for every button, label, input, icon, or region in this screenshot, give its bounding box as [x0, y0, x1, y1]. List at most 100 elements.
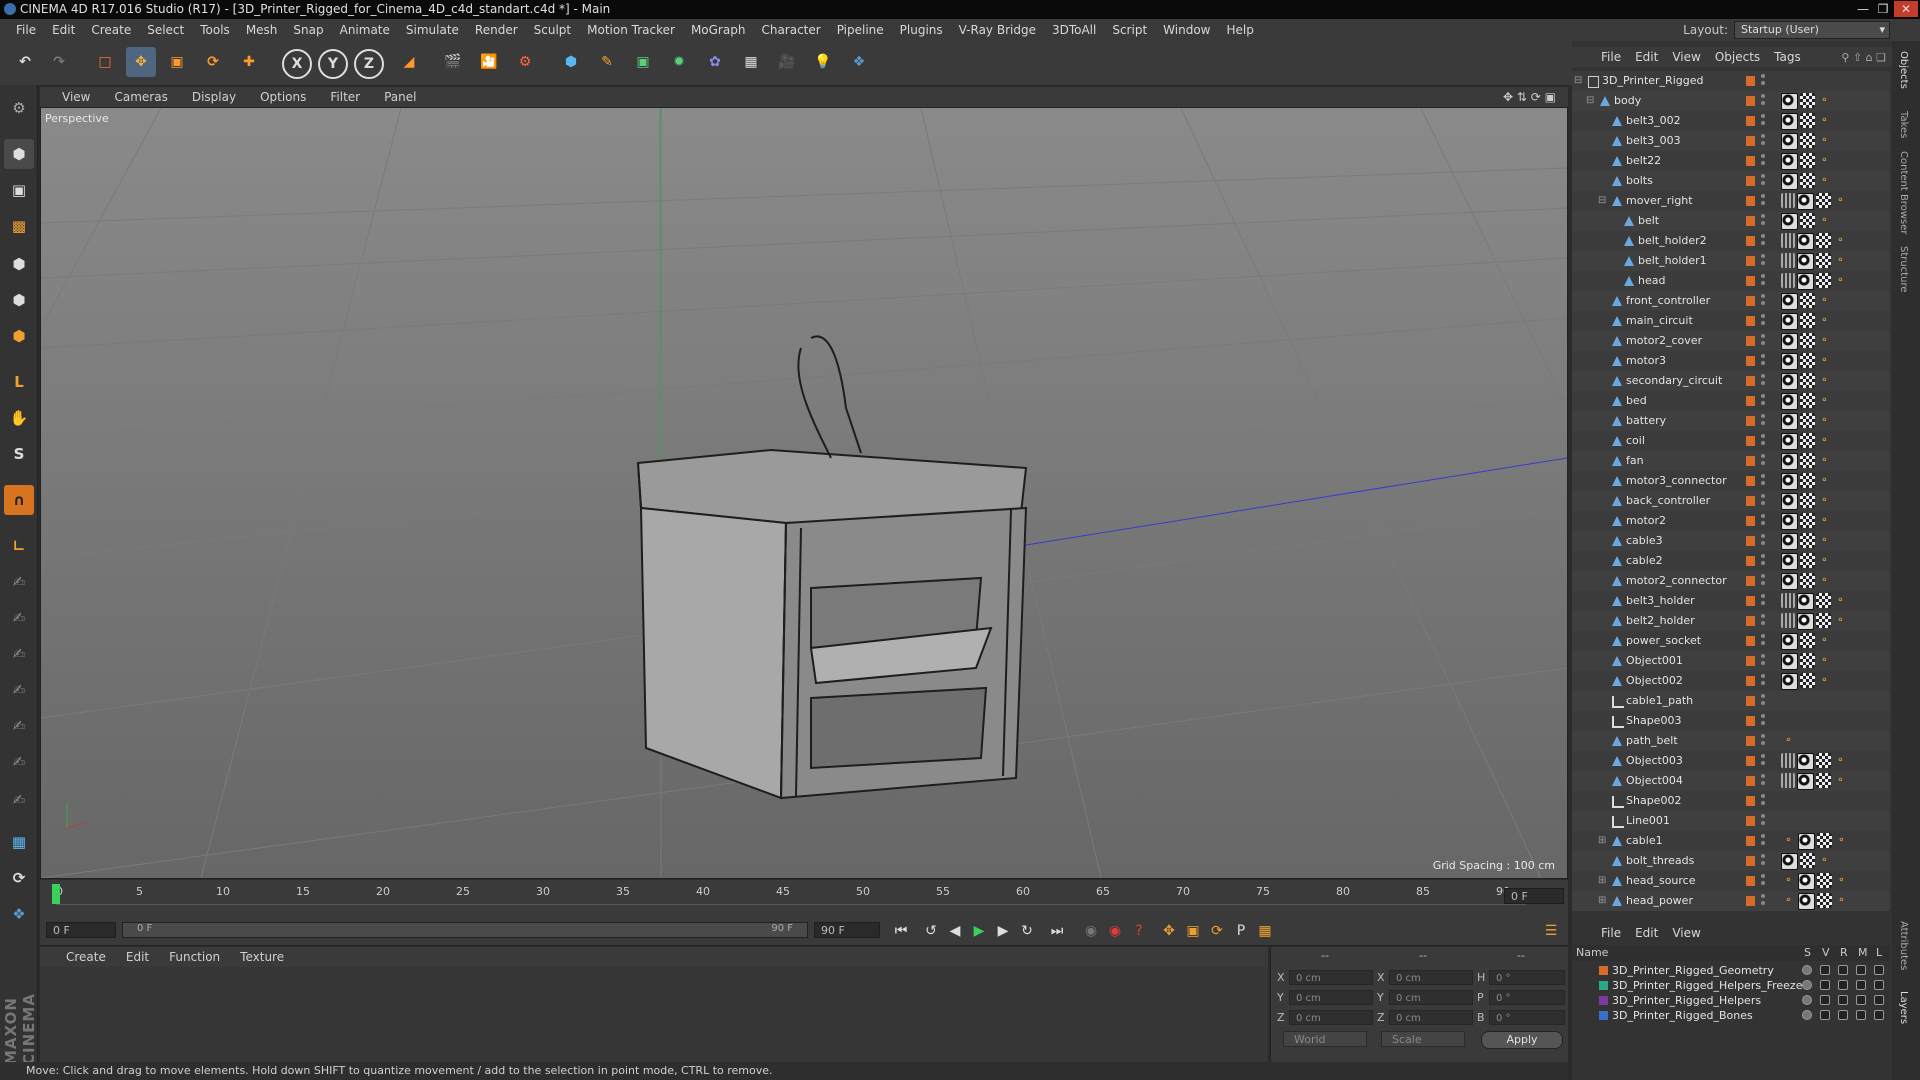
phong-tag-icon[interactable]: [1781, 493, 1798, 510]
mask-brush-icon[interactable]: ✍: [4, 747, 34, 777]
coords-pos-z-field[interactable]: 0 cm: [1289, 1010, 1373, 1025]
layer-render-toggle[interactable]: [1838, 995, 1848, 1005]
layer-color-swatch[interactable]: [1746, 216, 1755, 226]
object-row[interactable]: bolt_threads ⚬: [1572, 851, 1890, 871]
layer-color-swatch[interactable]: [1746, 96, 1755, 106]
layer-color-swatch[interactable]: [1746, 136, 1755, 146]
previous-frame-icon[interactable]: ◀: [944, 920, 966, 942]
selection-tag-icon[interactable]: [1781, 773, 1795, 788]
key-scale-icon[interactable]: ▣: [1182, 920, 1204, 942]
menu-script[interactable]: Script: [1104, 23, 1155, 37]
visibility-dots-icon[interactable]: [1761, 514, 1765, 528]
texture-tag-icon[interactable]: [1817, 893, 1832, 908]
ik-tag-icon[interactable]: ⚬: [1781, 733, 1796, 748]
object-row[interactable]: motor2_cover ⚬: [1572, 331, 1890, 351]
texture-tag-icon[interactable]: [1816, 253, 1831, 268]
coords-size-x-field[interactable]: 0 cm: [1389, 970, 1473, 985]
layer-manager-toggle[interactable]: [1856, 1010, 1866, 1020]
knife-icon[interactable]: ✍: [4, 785, 34, 815]
coords-rot-p-field[interactable]: 0 °: [1489, 990, 1565, 1005]
layer-render-toggle[interactable]: [1838, 980, 1848, 990]
object-row[interactable]: path_belt ⚬: [1572, 731, 1890, 751]
light-icon[interactable]: 💡: [808, 47, 838, 77]
layer-color-swatch[interactable]: [1746, 176, 1755, 186]
visibility-dots-icon[interactable]: [1761, 74, 1765, 88]
layer-row[interactable]: 3D_Printer_Rigged_Geometry: [1572, 963, 1890, 978]
workplane-icon[interactable]: ∟: [4, 531, 34, 561]
object-row[interactable]: cable3 ⚬: [1572, 531, 1890, 551]
phong-tag-icon[interactable]: [1781, 473, 1798, 490]
coords-size-y-field[interactable]: 0 cm: [1389, 990, 1473, 1005]
object-row[interactable]: Line001: [1572, 811, 1890, 831]
ik-tag-icon[interactable]: ⚬: [1833, 593, 1848, 608]
layer-color-swatch[interactable]: [1599, 981, 1608, 990]
phong-tag-icon[interactable]: [1797, 273, 1814, 290]
phong-tag-icon[interactable]: [1798, 893, 1815, 910]
grid-snap-icon[interactable]: ▦: [4, 827, 34, 857]
ik-tag-icon[interactable]: ⚬: [1834, 833, 1849, 848]
object-row[interactable]: Shape002: [1572, 791, 1890, 811]
phong-tag-icon[interactable]: [1798, 873, 1815, 890]
texture-tag-icon[interactable]: [1800, 353, 1815, 368]
layer-color-swatch[interactable]: [1746, 816, 1755, 826]
object-row[interactable]: ⊞ head_power ⚬ ⚬: [1572, 891, 1890, 911]
subdivision-surface-icon[interactable]: ▣: [628, 47, 658, 77]
layer-color-swatch[interactable]: [1746, 356, 1755, 366]
visibility-dots-icon[interactable]: [1761, 434, 1765, 448]
object-row[interactable]: Object002 ⚬: [1572, 671, 1890, 691]
ik-tag-icon[interactable]: ⚬: [1833, 233, 1848, 248]
layer-lock-toggle[interactable]: [1874, 995, 1884, 1005]
visibility-dots-icon[interactable]: [1761, 534, 1765, 548]
layer-lock-toggle[interactable]: [1874, 965, 1884, 975]
phong-tag-icon[interactable]: [1781, 553, 1798, 570]
visibility-dots-icon[interactable]: [1761, 414, 1765, 428]
phong-tag-icon[interactable]: [1797, 253, 1814, 270]
layer-view-toggle[interactable]: [1820, 995, 1830, 1005]
ik-tag-icon[interactable]: ⚬: [1817, 853, 1832, 868]
phong-tag-icon[interactable]: [1781, 393, 1798, 410]
paint-icon[interactable]: ⟳: [4, 863, 34, 893]
layer-color-swatch[interactable]: [1746, 696, 1755, 706]
menu-create[interactable]: Create: [83, 23, 139, 37]
layer-color-swatch[interactable]: [1746, 716, 1755, 726]
texture-tag-icon[interactable]: [1816, 613, 1831, 628]
phong-tag-icon[interactable]: [1781, 333, 1798, 350]
texture-tag-icon[interactable]: [1800, 393, 1815, 408]
layer-view-toggle[interactable]: [1820, 965, 1830, 975]
object-row[interactable]: main_circuit ⚬: [1572, 311, 1890, 331]
layer-color-swatch[interactable]: [1746, 456, 1755, 466]
cloner-icon[interactable]: ✹: [664, 47, 694, 77]
material-menu-create[interactable]: Create: [56, 950, 116, 964]
ik-tag-icon[interactable]: ⚬: [1833, 753, 1848, 768]
undo-icon[interactable]: ↶: [10, 47, 40, 77]
z-axis-lock-icon[interactable]: Z: [354, 49, 384, 79]
layers-menu-view[interactable]: View: [1665, 926, 1707, 940]
ik-tag-icon[interactable]: ⚬: [1817, 113, 1832, 128]
texture-tag-icon[interactable]: [1800, 573, 1815, 588]
object-row[interactable]: belt ⚬: [1572, 211, 1890, 231]
floor-icon[interactable]: ▦: [736, 47, 766, 77]
ik-tag-icon[interactable]: ⚬: [1817, 173, 1832, 188]
texture-tag-icon[interactable]: [1800, 373, 1815, 388]
ik-tag-icon[interactable]: ⚬: [1817, 433, 1832, 448]
visibility-dots-icon[interactable]: [1761, 234, 1765, 248]
ik-tag-icon[interactable]: ⚬: [1817, 473, 1832, 488]
object-row[interactable]: front_controller ⚬: [1572, 291, 1890, 311]
menu-snap[interactable]: Snap: [285, 23, 331, 37]
object-row[interactable]: battery ⚬: [1572, 411, 1890, 431]
tab-content-browser[interactable]: Content Browser: [1898, 151, 1909, 234]
texture-tag-icon[interactable]: [1800, 453, 1815, 468]
objects-menu-objects[interactable]: Objects: [1708, 50, 1767, 64]
visibility-dots-icon[interactable]: [1761, 574, 1765, 588]
layer-color-swatch[interactable]: [1746, 436, 1755, 446]
layer-color-swatch[interactable]: [1746, 496, 1755, 506]
phong-tag-icon[interactable]: [1797, 753, 1814, 770]
layer-render-toggle[interactable]: [1838, 965, 1848, 975]
ik-tag-icon[interactable]: ⚬: [1817, 213, 1832, 228]
phong-tag-icon[interactable]: [1781, 413, 1798, 430]
material-manager-area[interactable]: [40, 967, 1268, 1070]
texture-tag-icon[interactable]: [1800, 173, 1815, 188]
layer-color-swatch[interactable]: [1746, 556, 1755, 566]
object-row[interactable]: Object004 ⚬: [1572, 771, 1890, 791]
ik-tag-icon[interactable]: ⚬: [1833, 773, 1848, 788]
